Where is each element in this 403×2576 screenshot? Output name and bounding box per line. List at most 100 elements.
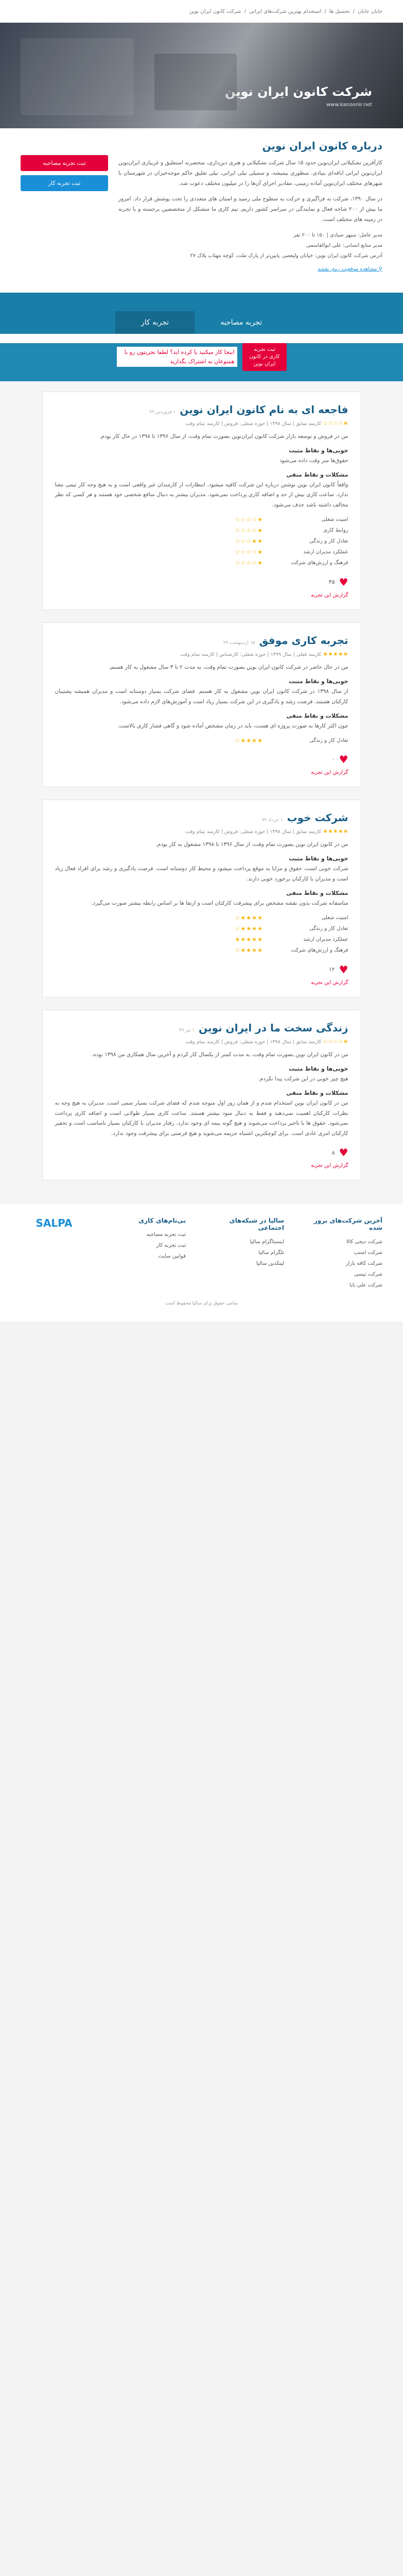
footer-column: آخرین شرکت‌های بروز شده شرکت دیجی کالا ش…: [300, 1217, 382, 1291]
footer-link[interactable]: قوانین سایت: [103, 1251, 186, 1262]
rating-row: روابط کاری ★☆☆☆☆: [235, 526, 348, 536]
footer-brand: SALPA: [21, 1217, 87, 1291]
review-date: ۱ فروردین ۹۹: [149, 409, 176, 415]
cons-text: من در کانون ایران نوین استخدام شدم و از …: [55, 1099, 348, 1137]
heart-icon[interactable]: ♥: [339, 1146, 348, 1159]
tabs-bar: تجربه مصاحبه تجربه کار: [0, 292, 403, 334]
rating-label: عملکرد مدیران ارشد: [303, 549, 348, 555]
footer-link[interactable]: تلگرام سالپا: [201, 1247, 284, 1258]
rating-stars: ★☆☆☆☆: [235, 527, 263, 534]
rating-label: روابط کاری: [323, 528, 348, 534]
rating-stars: ★☆☆☆☆: [235, 559, 263, 566]
cta-box: ثبت تجربه کاری در کانون ایران نوین اینجا…: [116, 343, 287, 371]
site-logo[interactable]: SALPA: [36, 1217, 73, 1229]
review-summary: من در کانون ایران نوین بصورت تمام وقت، ب…: [91, 1051, 348, 1058]
rating-row: فرهنگ و ارزش‌های شرکت ★☆☆☆☆: [235, 558, 348, 569]
review-date: ۱ تیر ۹۹: [179, 1027, 195, 1033]
cons-text: واقعاً کانون ایران نوین نوشتن درباره این…: [55, 481, 348, 509]
write-interview-button[interactable]: ثبت تجربه مصاحبه: [21, 155, 108, 171]
rating-stars: ★★★★★: [235, 936, 263, 943]
report-link[interactable]: گزارش این تجربه: [55, 592, 348, 598]
review-stars: ★★★★★: [323, 650, 348, 657]
cons-heading: مشکلات و نقاط منفی: [286, 471, 348, 478]
breadcrumb-item[interactable]: استخدام بهترین شرکت‌های ایرانی: [249, 9, 321, 14]
rating-list: امنیت شغلی ★☆☆☆☆ روابط کاری ★☆☆☆☆ تعادل کا…: [55, 515, 348, 568]
rating-row: عملکرد مدیران ارشد ★★★★★: [235, 935, 348, 945]
cons-text: چون اکثر کارها به صورت پروژه ای هست، بای…: [117, 722, 348, 729]
review-title: زندگی سخت ما در ایران نوین: [199, 1021, 348, 1034]
review-card: تجربه کاری موفق ۱۵ اردیبهشت ۹۹ ★★★★★ کار…: [42, 622, 361, 788]
like-count: ۰: [331, 756, 335, 763]
footer-link[interactable]: شرکت تپسی: [300, 1269, 382, 1280]
about-paragraph: کارآفرین تشکیلاتی ایران‌نوین حدود ۱۵ سال…: [118, 160, 382, 187]
report-link[interactable]: گزارش این تجربه: [55, 770, 348, 775]
about-paragraph: در سال ۱۳۹۰، شرکت به فراگیری و حرکت به س…: [118, 195, 382, 223]
rating-label: فرهنگ و ارزش‌های شرکت: [291, 947, 348, 953]
heart-icon[interactable]: ♥: [339, 576, 348, 588]
rating-stars: ★★☆☆☆: [235, 538, 263, 545]
tab-interview[interactable]: تجربه مصاحبه: [195, 311, 288, 334]
footer-heading: سالپا در شبکه‌های اجتماعی: [229, 1217, 284, 1232]
pros-text: هیچ چیز خوبی در این شرکت پیدا نکردم.: [258, 1075, 348, 1082]
rating-row: امنیت شغلی ★★★★☆: [235, 913, 348, 924]
rating-row: فرهنگ و ارزش‌های شرکت ★★★★☆: [235, 945, 348, 956]
breadcrumb-item[interactable]: تحصیل ‌ها: [329, 9, 350, 14]
hero-title: شرکت کانون ایران نوین: [224, 84, 372, 99]
cons-text: متاسفانه شرکت بدون نقشه مشخص برای پیشرفت…: [91, 900, 348, 907]
footer-link[interactable]: شرکت کافه بازار: [300, 1258, 382, 1269]
reviews-list: فاجعه ای به نام کانون ایران نوین ۱ فرورد…: [0, 381, 403, 1204]
hero-banner: شرکت کانون ایران نوین www.kanoonir.net: [0, 23, 403, 128]
rating-list: امنیت شغلی ★★★★☆ تعادل کار و زندگی ★★★★☆ ع…: [55, 913, 348, 956]
breadcrumb-item[interactable]: جابان جابان: [358, 9, 382, 14]
heart-icon[interactable]: ♥: [339, 963, 348, 976]
rating-label: تعادل کار و زندگی: [309, 926, 348, 932]
about-title: درباره کانون ایران نوین: [262, 140, 382, 152]
like-count: ۱۲: [328, 966, 335, 973]
review-summary: من در فروش و توسعه بازار شرکت کانون ایرا…: [99, 433, 348, 439]
review-meta: کارمند سابق | سال ۱۳۹۸ | حوزه شغلی: فروش…: [185, 1039, 322, 1045]
copyright: تمامی حقوق برای سالپا محفوظ است: [165, 1301, 238, 1307]
rating-row: عملکرد مدیران ارشد ★☆☆☆☆: [235, 547, 348, 558]
footer-column: سالپا در شبکه‌های اجتماعی اینستاگرام سال…: [201, 1217, 284, 1291]
about-meta-line: مدیر منابع انسانی: علی ابوالقاسمی: [306, 242, 382, 248]
footer-link[interactable]: لینکدین سالپا: [201, 1258, 284, 1269]
footer-link[interactable]: شرکت اسنپ: [300, 1247, 382, 1258]
breadcrumb: جابان جابان / تحصیل ‌ها / استخدام بهترین…: [0, 0, 403, 23]
pros-heading: خوبی‌ها و نقاط مثبت: [289, 447, 348, 454]
review-date: ۱ خرداد ۹۹: [261, 818, 283, 823]
page: جابان جابان / تحصیل ‌ها / استخدام بهترین…: [0, 0, 403, 1322]
rating-stars: ★☆☆☆☆: [235, 548, 263, 555]
like-count: ۸: [331, 1149, 335, 1156]
rating-stars: ★☆☆☆☆: [235, 516, 263, 523]
review-date: ۱۵ اردیبهشت ۹۹: [223, 640, 255, 646]
like-count: ۴۵: [328, 579, 335, 586]
pros-heading: خوبی‌ها و نقاط مثبت: [289, 677, 348, 685]
footer-link[interactable]: اینستاگرام سالپا: [201, 1236, 284, 1247]
footer-column: بی‌نام‌های کاری ثبت تجربه مصاحبه ثبت تجر…: [103, 1217, 186, 1291]
pros-heading: خوبی‌ها و نقاط مثبت: [289, 1065, 348, 1072]
review-title: شرکت خوب: [287, 811, 348, 824]
footer-link[interactable]: ثبت تجربه کار: [103, 1240, 186, 1251]
rating-row: تعادل کار و زندگی ★★★★☆: [235, 736, 348, 747]
pros-text: از سال ۱۳۹۸ در شرکت کانون ایران نوین مشغ…: [55, 688, 348, 705]
cta-text: اینجا کار میکنید یا کرده اید؟ لطفا تجربت…: [116, 347, 238, 367]
cta-button[interactable]: ثبت تجربه کاری در کانون ایران نوین: [242, 343, 287, 371]
report-link[interactable]: گزارش این تجربه: [55, 980, 348, 986]
about-meta-line: مدیر عامل: سپهر صیادی | ۱۵۰ تا ۲۰۰ نفر: [293, 232, 382, 238]
cons-heading: مشکلات و نقاط منفی: [286, 1089, 348, 1096]
map-link[interactable]: ⚲ مشاهده موقعیت روی نقشه: [318, 266, 382, 272]
pin-icon: ⚲: [378, 266, 382, 272]
footer-link[interactable]: شرکت علی بابا: [300, 1280, 382, 1291]
footer-link[interactable]: شرکت دیجی کالا: [300, 1236, 382, 1247]
pros-text: شرکت خوبی است، حقوق و مزایا به موقع پردا…: [55, 866, 348, 883]
heart-icon[interactable]: ♥: [339, 753, 348, 766]
review-summary: من در کانون ایران نوین بصورت تمام وقت، ا…: [155, 841, 348, 848]
write-work-button[interactable]: ثبت تجربه کار: [21, 175, 108, 191]
rating-list: تعادل کار و زندگی ★★★★☆: [55, 736, 348, 747]
breadcrumb-current: شرکت کانون ایران نوین: [189, 8, 241, 14]
footer-heading: آخرین شرکت‌های بروز شده: [314, 1217, 382, 1232]
footer-link[interactable]: ثبت تجربه مصاحبه: [103, 1229, 186, 1240]
report-link[interactable]: گزارش این تجربه: [55, 1163, 348, 1168]
rating-stars: ★★★★☆: [235, 946, 263, 954]
tab-work[interactable]: تجربه کار: [115, 311, 195, 334]
